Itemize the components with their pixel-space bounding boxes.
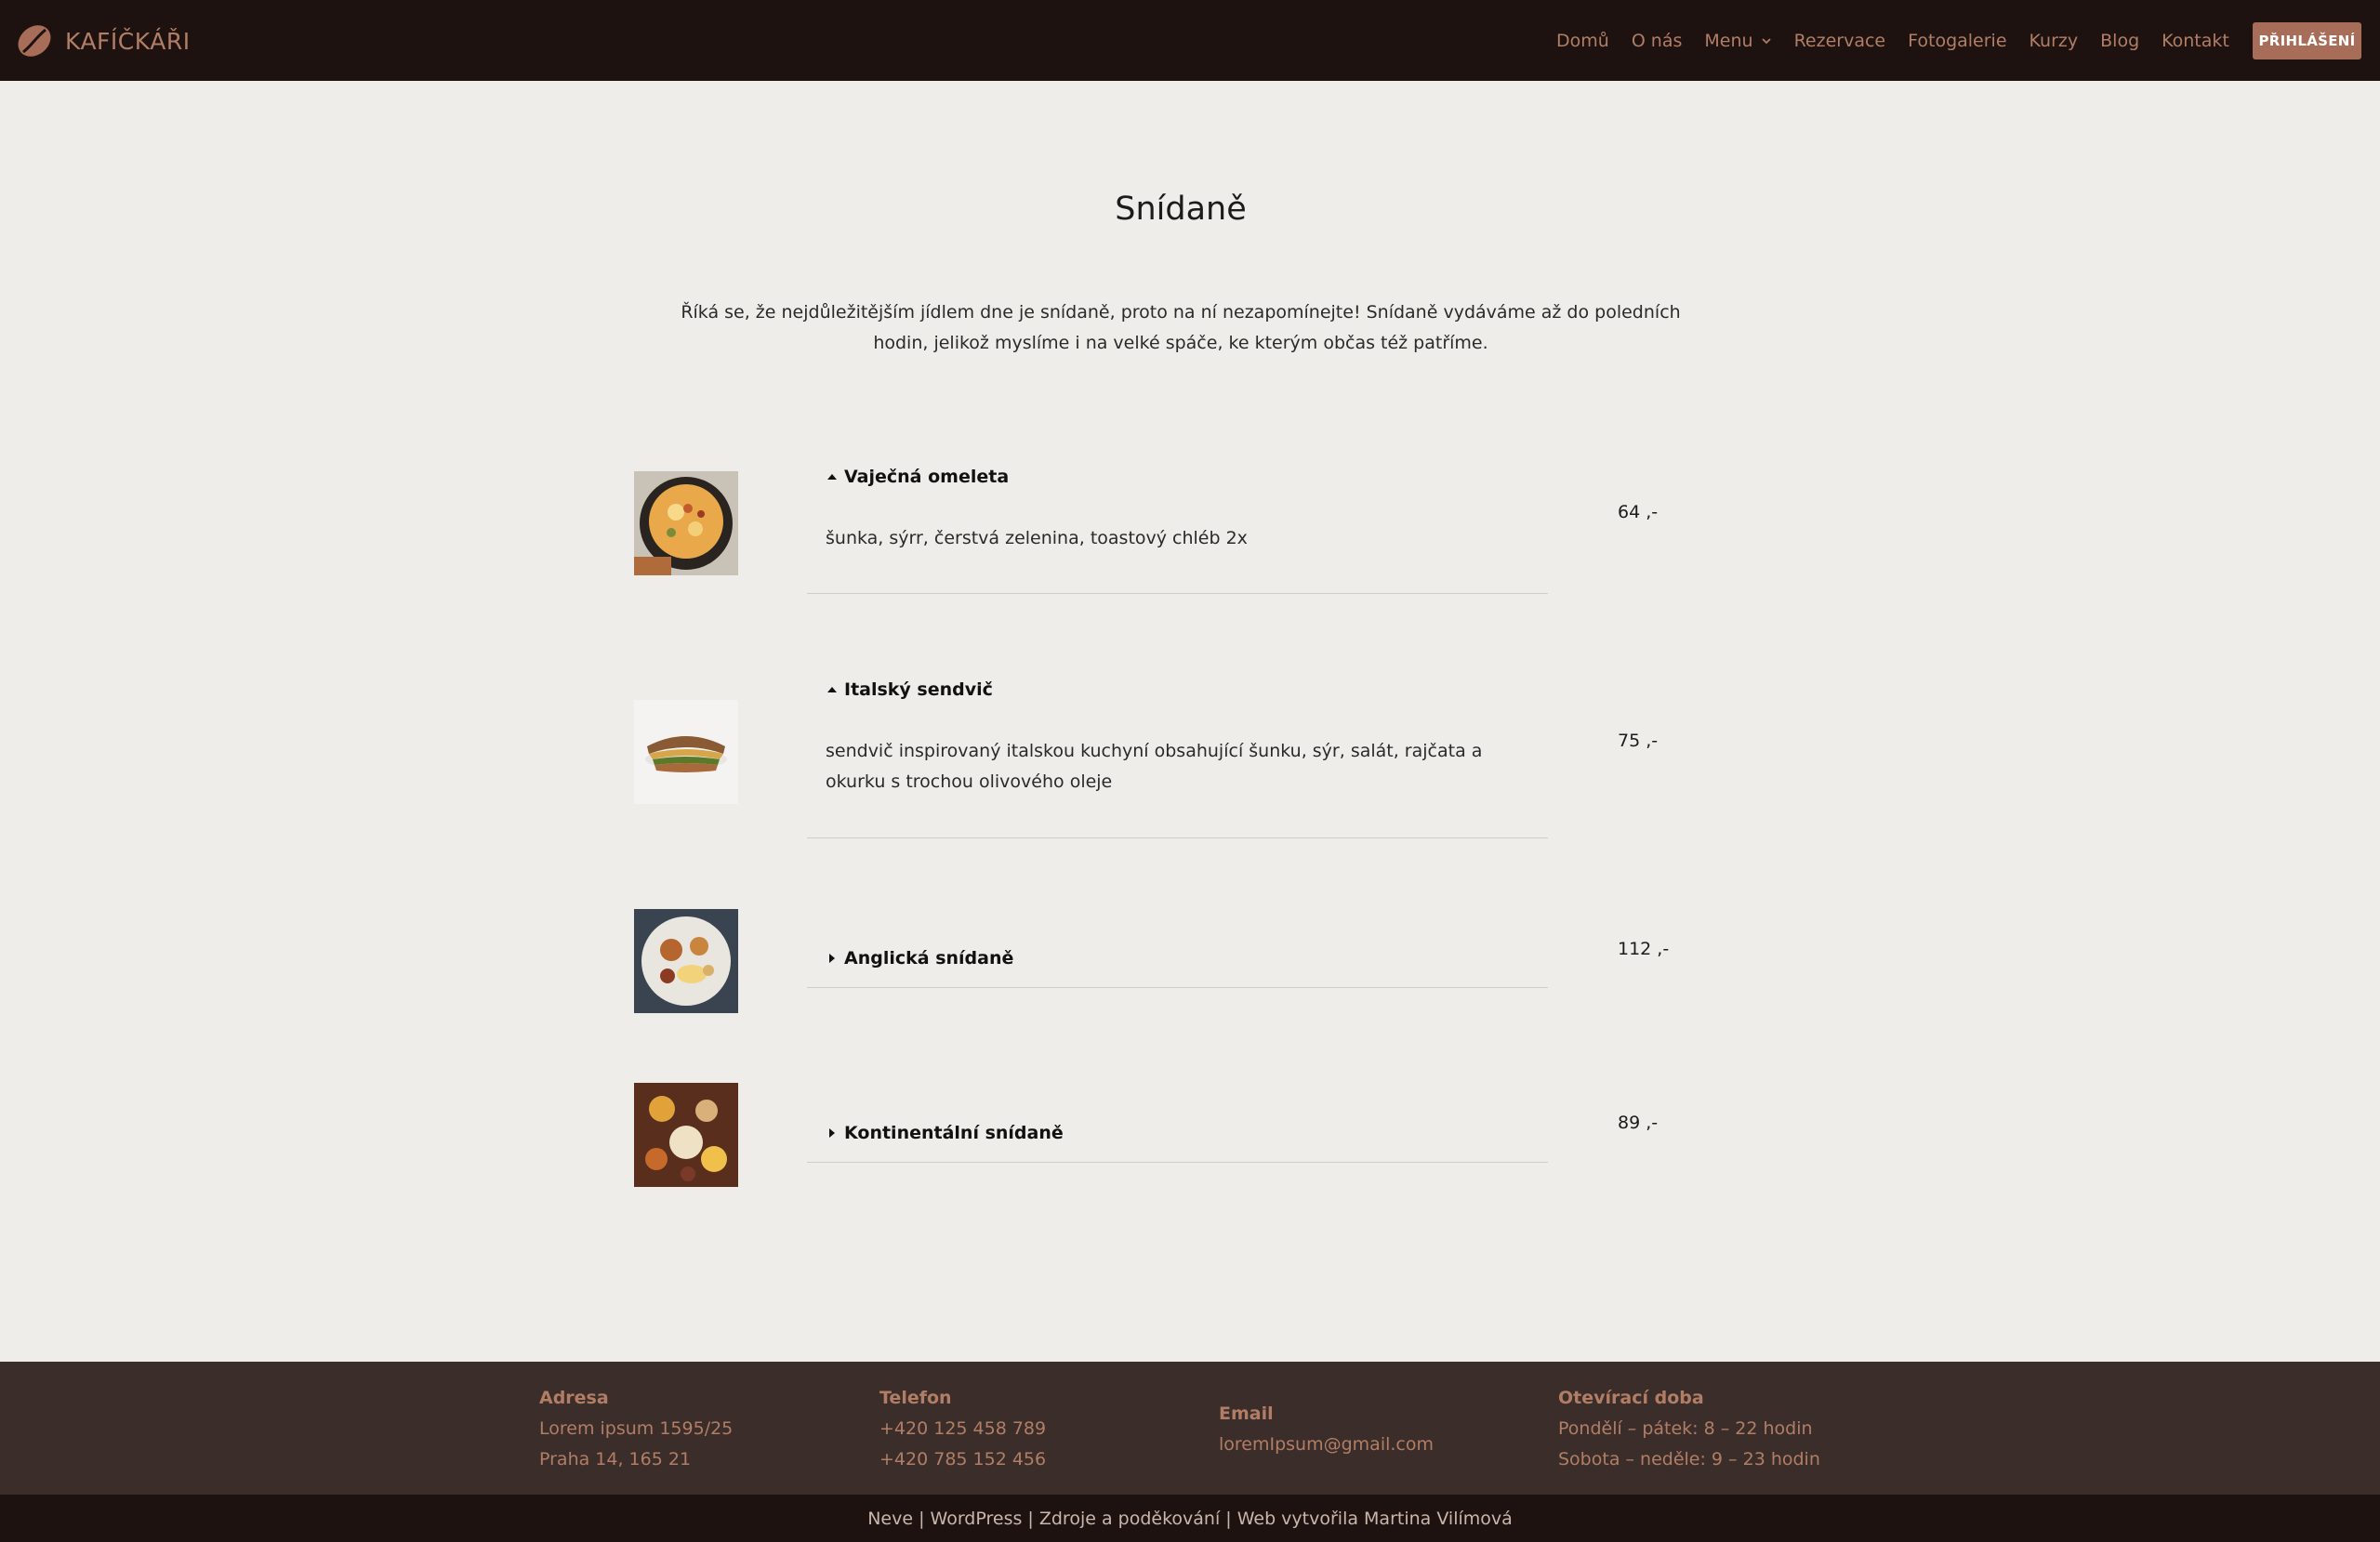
footer-heading: Otevírací doba xyxy=(1558,1388,1704,1408)
nav-link-menu[interactable]: Menu xyxy=(1704,31,1771,51)
caret-up-icon xyxy=(827,687,837,692)
nav-link-reservation[interactable]: Rezervace xyxy=(1794,31,1886,51)
menu-item-header[interactable]: Italský sendvič xyxy=(826,679,993,700)
continental-breakfast-photo xyxy=(634,1083,738,1187)
intro-text: Říká se, že nejdůležitějším jídlem dne j… xyxy=(681,302,1681,353)
nav-link-contact[interactable]: Kontakt xyxy=(2162,31,2229,51)
site-footer: Adresa Lorem ipsum 1595/25 Praha 14, 165… xyxy=(0,1362,2380,1495)
credits-bar: Neve | WordPress | Zdroje a poděkování |… xyxy=(0,1495,2380,1542)
menu-item-header[interactable]: Vaječná omeleta xyxy=(826,467,1009,487)
footer-heading: Telefon xyxy=(879,1388,952,1408)
footer-heading: Email xyxy=(1219,1404,1274,1424)
page-title: Snídaně xyxy=(1115,191,1247,228)
menu-item-description: šunka, sýrr, čerstvá zelenina, toastový … xyxy=(826,528,1248,548)
menu-item-name: Italský sendvič xyxy=(844,679,993,700)
brand-link[interactable]: KAFÍČKÁŘI xyxy=(15,19,191,63)
caret-up-icon xyxy=(827,474,837,480)
phone-link[interactable]: +420 785 152 456 xyxy=(879,1449,1046,1470)
menu-item-header[interactable]: Kontinentální snídaně xyxy=(826,1123,1064,1143)
sandwich-photo xyxy=(634,700,738,804)
menu-item-header[interactable]: Anglická snídaně xyxy=(826,948,1013,969)
footer-text: Pondělí – pátek: 8 – 22 hodin xyxy=(1558,1418,1813,1439)
item-divider xyxy=(807,987,1548,988)
caret-right-icon xyxy=(829,1128,835,1138)
menu-item-price: 112 ,- xyxy=(1618,939,1670,959)
footer-opening-hours: Otevírací doba Pondělí – pátek: 8 – 22 h… xyxy=(1558,1383,1820,1475)
caret-right-icon xyxy=(829,954,835,963)
menu-item-name: Kontinentální snídaně xyxy=(844,1123,1064,1143)
nav-link-menu-label: Menu xyxy=(1704,30,1753,51)
nav-link-courses[interactable]: Kurzy xyxy=(2030,31,2079,51)
credits-text[interactable]: Neve | WordPress | Zdroje a poděkování |… xyxy=(867,1509,1513,1529)
nav-link-gallery[interactable]: Fotogalerie xyxy=(1908,31,2006,51)
chevron-down-icon xyxy=(1761,37,1771,44)
menu-item-description: sendvič inspirovaný italskou kuchyní obs… xyxy=(826,741,1483,792)
nav-link-home[interactable]: Domů xyxy=(1556,31,1609,51)
footer-email: Email loremIpsum@gmail.com xyxy=(1219,1399,1434,1460)
omelette-photo xyxy=(634,471,738,575)
footer-text: Lorem ipsum 1595/25 xyxy=(539,1418,734,1439)
coffee-bean-icon xyxy=(18,25,51,57)
item-divider xyxy=(807,837,1548,838)
english-breakfast-photo xyxy=(634,909,738,1013)
login-button[interactable]: PŘIHLÁŠENÍ xyxy=(2253,22,2361,59)
menu-item-name: Vaječná omeleta xyxy=(844,467,1010,487)
footer-text: Praha 14, 165 21 xyxy=(539,1449,692,1470)
menu-item-name: Anglická snídaně xyxy=(844,948,1014,969)
footer-text: Sobota – neděle: 9 – 23 hodin xyxy=(1558,1449,1820,1470)
nav-link-blog[interactable]: Blog xyxy=(2100,31,2139,51)
phone-link[interactable]: +420 125 458 789 xyxy=(879,1418,1046,1439)
footer-heading: Adresa xyxy=(539,1388,609,1408)
item-divider xyxy=(807,593,1548,594)
nav-link-about[interactable]: O nás xyxy=(1632,31,1683,51)
item-divider xyxy=(807,1162,1548,1163)
site-header: KAFÍČKÁŘI Domů O nás Menu Rezervace Foto… xyxy=(0,0,2380,81)
menu-item-price: 89 ,- xyxy=(1618,1113,1659,1133)
email-link[interactable]: loremIpsum@gmail.com xyxy=(1219,1434,1434,1455)
brand-name: KAFÍČKÁŘI xyxy=(65,27,191,55)
footer-phone: Telefon +420 125 458 789 +420 785 152 45… xyxy=(879,1383,1046,1475)
menu-item-price: 64 ,- xyxy=(1618,502,1659,522)
footer-address: Adresa Lorem ipsum 1595/25 Praha 14, 165… xyxy=(539,1383,733,1475)
main-nav: Domů O nás Menu Rezervace Fotogalerie Ku… xyxy=(1556,0,2252,81)
menu-item-price: 75 ,- xyxy=(1618,731,1659,751)
